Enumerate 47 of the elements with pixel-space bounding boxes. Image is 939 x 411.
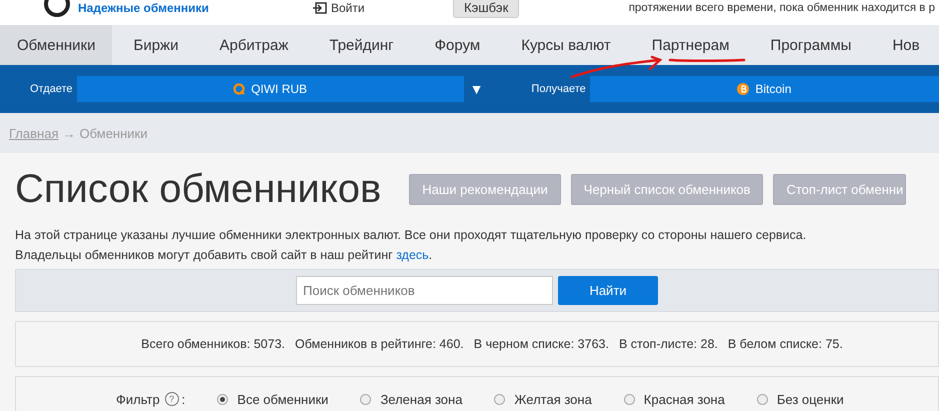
search-button[interactable]: Найти xyxy=(558,276,658,305)
coin-icon xyxy=(737,83,750,95)
help-icon[interactable]: ? xyxy=(164,392,179,406)
radio-label[interactable]: Без оценки xyxy=(776,392,844,406)
give-select[interactable]: QIWI RUB xyxy=(76,76,464,102)
radio-button[interactable] xyxy=(756,394,768,404)
site-tagline: Надежные обменники xyxy=(78,0,210,14)
radio-label[interactable]: Желтая зона xyxy=(514,392,592,406)
breadcrumb-separator: → xyxy=(62,126,76,140)
nav-tab[interactable]: Программы xyxy=(749,25,872,65)
intro-text: Владельцы обменников могут добавить свой сайт в наш рейтинг здесь. xyxy=(15,247,434,264)
radio-button[interactable] xyxy=(494,394,506,404)
nav-tab[interactable]: Нов xyxy=(871,25,922,65)
stat-text: В стоп-листе: 28. xyxy=(618,337,718,351)
filter-label: Фильтр xyxy=(116,392,160,406)
nav-tab[interactable]: Обменники xyxy=(0,25,112,65)
radio-label[interactable]: Красная зона xyxy=(644,392,725,406)
get-select[interactable]: Bitcoin xyxy=(590,76,939,102)
breadcrumb-current: Обменники xyxy=(79,126,148,140)
cashback-button[interactable]: Кэшбэк xyxy=(453,0,520,18)
radio-button[interactable] xyxy=(217,394,228,404)
get-label: Получаете xyxy=(531,83,586,95)
filter-colon: : xyxy=(182,392,186,406)
nav-tab[interactable]: Арбитраж xyxy=(198,25,308,65)
add-site-link[interactable]: здесь xyxy=(396,248,429,262)
nav-tab[interactable]: Партнерам xyxy=(630,25,750,65)
search-field[interactable]: Поиск обменников xyxy=(296,276,553,305)
login-icon[interactable] xyxy=(313,2,327,14)
intro-text: На этой странице указаны лучшие обменники электронных валют. Все они проходят тщательную проверку со стороны нашего сервиса. xyxy=(15,227,808,244)
dropdown-arrow[interactable]: ▼ xyxy=(470,81,484,97)
login-link[interactable]: Войти xyxy=(331,0,365,14)
radio-label[interactable]: Все обменники xyxy=(237,392,328,406)
give-label: Отдаете xyxy=(30,83,73,95)
nav-tab[interactable]: Курсы валют xyxy=(500,25,631,65)
radio-label[interactable]: Зеленая зона xyxy=(380,392,462,406)
nav-tab[interactable]: Форум xyxy=(414,25,500,65)
page-title: Список обменников xyxy=(15,166,382,212)
nav-tab[interactable]: Биржи xyxy=(112,25,198,65)
radio-button[interactable] xyxy=(360,394,372,404)
qiwi-icon xyxy=(233,83,246,95)
stat-text: Обменников в рейтинге: 460. xyxy=(295,337,464,351)
nav-tab[interactable]: Трейдинг xyxy=(308,25,414,65)
stat-text: Всего обменников: 5073. xyxy=(141,337,286,351)
notice-text: протяжении всего времени, пока обменник находится в р xyxy=(628,2,935,14)
stat-text: В черном списке: 3763. xyxy=(474,337,609,351)
stat-text: В белом списке: 75. xyxy=(728,337,843,351)
radio-button[interactable] xyxy=(624,394,635,404)
